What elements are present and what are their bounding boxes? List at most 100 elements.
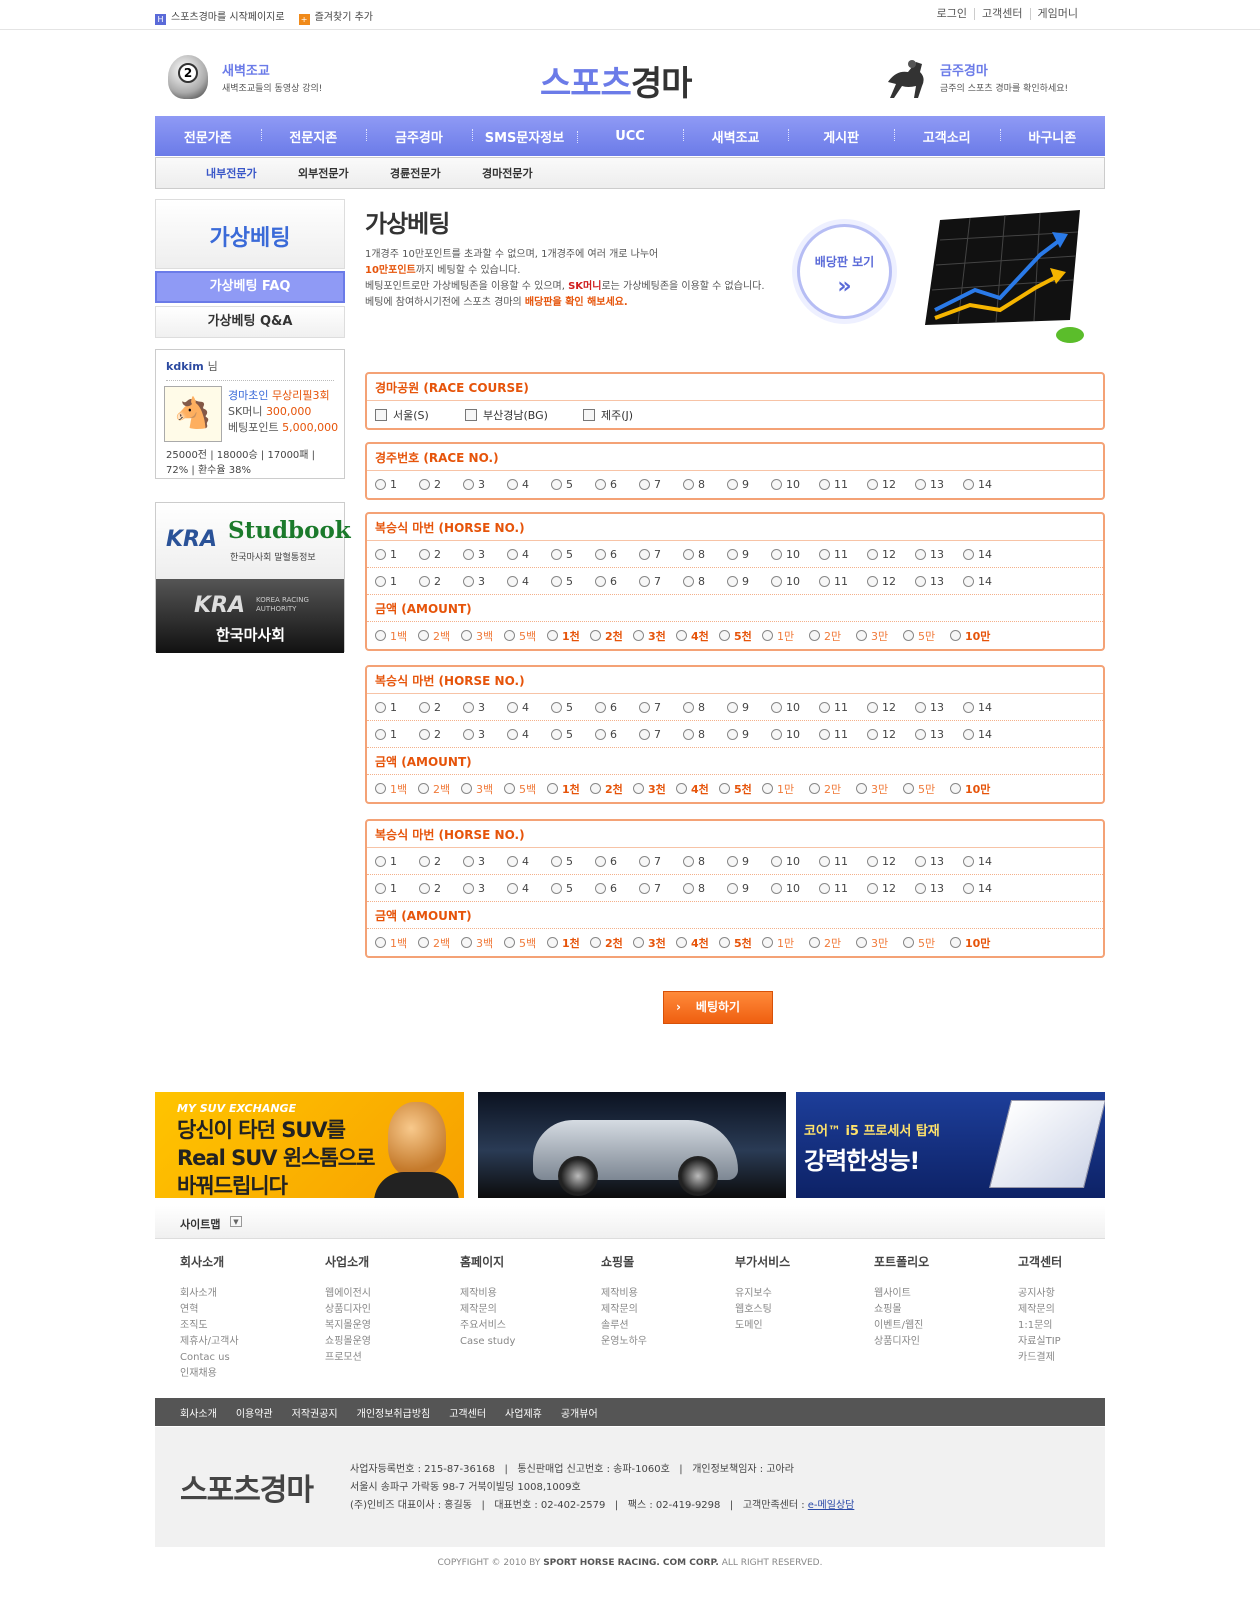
horse-second-radio[interactable]: 4 xyxy=(507,575,551,588)
subnav-item-2[interactable]: 경륜전문가 xyxy=(390,165,482,181)
radio-button[interactable] xyxy=(418,783,429,794)
amount-radio[interactable]: 5만 xyxy=(903,628,950,644)
horse-second-radio[interactable]: 6 xyxy=(595,728,639,741)
sitemap-link[interactable]: 제작문의 xyxy=(601,1302,647,1318)
radio-button[interactable] xyxy=(595,548,606,560)
amount-radio[interactable]: 3천 xyxy=(633,781,676,797)
amount-radio[interactable]: 1천 xyxy=(547,781,590,797)
horse-second-radio[interactable]: 10 xyxy=(771,575,819,588)
radio-button[interactable] xyxy=(963,479,974,490)
horse-first-radio[interactable]: 13 xyxy=(915,855,963,868)
radio-button[interactable] xyxy=(461,630,472,641)
nav-item-8[interactable]: 바구니존 xyxy=(999,127,1106,146)
sitemap-link[interactable]: 웹에이전시 xyxy=(325,1286,371,1302)
radio-button[interactable] xyxy=(915,548,926,560)
radio-button[interactable] xyxy=(507,701,518,713)
race-course-option[interactable]: 제주(J) xyxy=(583,407,673,423)
horse-first-radio[interactable]: 5 xyxy=(551,548,595,561)
radio-button[interactable] xyxy=(551,575,562,587)
radio-button[interactable] xyxy=(727,855,738,867)
radio-button[interactable] xyxy=(771,882,782,894)
subnav-item-1[interactable]: 외부전문가 xyxy=(298,165,390,181)
checkbox[interactable] xyxy=(465,408,477,421)
horse-first-radio[interactable]: 6 xyxy=(595,855,639,868)
amount-radio[interactable]: 3만 xyxy=(856,628,903,644)
sitemap-link[interactable]: 웹호스팅 xyxy=(735,1302,790,1318)
horse-second-radio[interactable]: 3 xyxy=(463,882,507,895)
radio-button[interactable] xyxy=(915,701,926,713)
radio-button[interactable] xyxy=(461,783,472,794)
amount-radio[interactable]: 1백 xyxy=(375,781,418,797)
radio-button[interactable] xyxy=(639,479,650,490)
race-number-radio[interactable]: 5 xyxy=(551,478,595,491)
horse-first-radio[interactable]: 2 xyxy=(419,855,463,868)
race-number-radio[interactable]: 10 xyxy=(771,478,819,491)
radio-button[interactable] xyxy=(419,855,430,867)
radio-button[interactable] xyxy=(504,630,515,641)
subnav-item-0[interactable]: 내부전문가 xyxy=(206,165,298,181)
amount-radio[interactable]: 2만 xyxy=(809,935,856,951)
footer-link[interactable]: 공개뷰어 xyxy=(561,1405,598,1420)
radio-button[interactable] xyxy=(419,701,430,713)
radio-button[interactable] xyxy=(676,783,687,794)
radio-button[interactable] xyxy=(915,728,926,740)
sitemap-link[interactable]: 프로모션 xyxy=(325,1350,371,1366)
start-page-link[interactable]: H 스포츠경마를 시작페이지로 xyxy=(155,8,285,25)
radio-button[interactable] xyxy=(809,630,820,641)
horse-first-radio[interactable]: 12 xyxy=(867,701,915,714)
sitemap-link[interactable]: 카드결제 xyxy=(1018,1350,1062,1366)
sitemap-link[interactable]: 자료실TIP xyxy=(1018,1334,1062,1350)
horse-first-radio[interactable]: 1 xyxy=(375,701,419,714)
site-logo[interactable]: 스포츠경마 xyxy=(540,56,692,105)
radio-button[interactable] xyxy=(463,701,474,713)
horse-second-radio[interactable]: 4 xyxy=(507,882,551,895)
radio-button[interactable] xyxy=(963,548,974,560)
amount-radio[interactable]: 5천 xyxy=(719,781,762,797)
footer-link[interactable]: 이용약관 xyxy=(236,1405,273,1420)
horse-first-radio[interactable]: 3 xyxy=(463,701,507,714)
amount-radio[interactable]: 3백 xyxy=(461,935,504,951)
radio-button[interactable] xyxy=(915,882,926,894)
horse-first-radio[interactable]: 4 xyxy=(507,548,551,561)
radio-button[interactable] xyxy=(819,575,830,587)
radio-button[interactable] xyxy=(551,548,562,560)
amount-radio[interactable]: 10만 xyxy=(950,628,997,644)
amount-radio[interactable]: 3만 xyxy=(856,935,903,951)
horse-second-radio[interactable]: 11 xyxy=(819,728,867,741)
horse-second-radio[interactable]: 7 xyxy=(639,882,683,895)
sitemap-link[interactable]: 조직도 xyxy=(180,1318,239,1334)
horse-second-radio[interactable]: 2 xyxy=(419,882,463,895)
kra-banner[interactable]: KRA KOREA RACING AUTHORITY 한국마사회 xyxy=(156,579,344,653)
radio-button[interactable] xyxy=(595,728,606,740)
radio-button[interactable] xyxy=(595,575,606,587)
horse-first-radio[interactable]: 10 xyxy=(771,548,819,561)
radio-button[interactable] xyxy=(856,937,867,948)
horse-second-radio[interactable]: 13 xyxy=(915,728,963,741)
radio-button[interactable] xyxy=(633,783,644,794)
radio-button[interactable] xyxy=(809,937,820,948)
sitemap-link[interactable]: 제휴사/고객사 xyxy=(180,1334,239,1350)
sitemap-link[interactable]: 주요서비스 xyxy=(460,1318,515,1334)
dawn-training-promo[interactable]: 2 새벽조교 새벽조교들의 동영상 강의! xyxy=(168,55,322,99)
amount-radio[interactable]: 5백 xyxy=(504,935,547,951)
virtual-bet-qna-tab[interactable]: 가상베팅 Q&A xyxy=(155,306,345,338)
amount-radio[interactable]: 3만 xyxy=(856,781,903,797)
footer-link[interactable]: 저작권공지 xyxy=(292,1405,338,1420)
horse-second-radio[interactable]: 9 xyxy=(727,882,771,895)
radio-button[interactable] xyxy=(727,882,738,894)
suv-ad-banner[interactable]: MY SUV EXCHANGE 당신이 타던 SUV를 Real SUV 윈스톰… xyxy=(155,1092,464,1198)
race-course-option[interactable]: 부산경남(BG) xyxy=(465,407,583,423)
horse-first-radio[interactable]: 6 xyxy=(595,548,639,561)
radio-button[interactable] xyxy=(950,937,961,948)
race-number-radio[interactable]: 9 xyxy=(727,478,771,491)
amount-radio[interactable]: 5백 xyxy=(504,781,547,797)
horse-first-radio[interactable]: 9 xyxy=(727,855,771,868)
radio-button[interactable] xyxy=(504,937,515,948)
amount-radio[interactable]: 4천 xyxy=(676,781,719,797)
radio-button[interactable] xyxy=(963,701,974,713)
radio-button[interactable] xyxy=(595,479,606,490)
horse-first-radio[interactable]: 8 xyxy=(683,701,727,714)
footer-link[interactable]: 고객센터 xyxy=(449,1405,486,1420)
radio-button[interactable] xyxy=(771,728,782,740)
radio-button[interactable] xyxy=(375,882,386,894)
